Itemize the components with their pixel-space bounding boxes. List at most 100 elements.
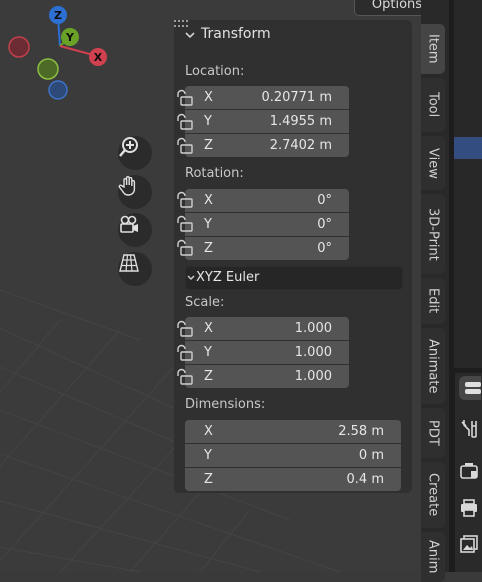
- camera-icon: [120, 215, 138, 233]
- axis-label: X: [204, 193, 213, 208]
- zoom-icon: [119, 137, 138, 157]
- outliner-list[interactable]: [454, 0, 482, 368]
- chevron-down-icon: [355, 0, 365, 3]
- render-icon[interactable]: [459, 460, 479, 480]
- tab-label: Animate: [425, 338, 441, 394]
- scale-y-value: 1.000: [294, 345, 332, 360]
- scale-z-value: 1.000: [294, 369, 332, 384]
- rotation-z-value: 0°: [317, 241, 332, 256]
- navigation-gizmo[interactable]: Z Y X: [0, 0, 120, 110]
- axis-label: X: [204, 321, 213, 336]
- dimensions-x-value: 2.58 m: [338, 424, 384, 439]
- rotation-mode-select[interactable]: XYZ Euler: [185, 266, 403, 290]
- outliner-selected-row[interactable]: [454, 137, 482, 159]
- tab-animate[interactable]: Animate: [421, 328, 445, 404]
- axis-label: Y: [204, 217, 212, 232]
- lock-icon[interactable]: [174, 191, 194, 209]
- rotation-y-value: 0°: [317, 217, 332, 232]
- transform-panel-header[interactable]: Transform: [174, 20, 412, 50]
- properties-editor: [449, 368, 482, 572]
- tab-label: PDT: [425, 420, 441, 446]
- axis-label: Y: [204, 345, 212, 360]
- lock-icon[interactable]: [174, 239, 194, 257]
- tab-edit[interactable]: Edit: [421, 278, 445, 324]
- neg-z-handle[interactable]: [48, 80, 68, 100]
- 3d-viewport[interactable]: Z Y X Transform Location: X 0.20771 m Y …: [0, 0, 422, 572]
- location-z-field[interactable]: Z 2.7402 m: [185, 134, 349, 157]
- chevron-down-icon: [185, 32, 195, 39]
- image-icon[interactable]: [459, 534, 479, 554]
- ortho-toggle-button[interactable]: [118, 252, 152, 286]
- scale-x-field[interactable]: X 1.000: [185, 317, 349, 340]
- axis-label: Z: [204, 138, 213, 153]
- scale-label: Scale:: [185, 295, 225, 310]
- lock-icon[interactable]: [174, 113, 194, 131]
- y-axis-label: Y: [65, 31, 75, 44]
- x-axis-label: X: [94, 51, 103, 64]
- tab-label: Tool: [425, 92, 441, 118]
- tab-view[interactable]: View: [421, 136, 445, 190]
- lock-icon[interactable]: [174, 320, 194, 338]
- axis-label: Z: [204, 472, 213, 487]
- options-label: Options: [371, 0, 422, 12]
- dimensions-y-value: 0 m: [358, 448, 384, 463]
- lock-icon[interactable]: [174, 89, 194, 107]
- tab-3d-print[interactable]: 3D-Print: [421, 194, 445, 274]
- options-dropdown[interactable]: Options: [354, 0, 422, 16]
- panel-title: Transform: [201, 26, 271, 42]
- rotation-mode-value: XYZ Euler: [196, 270, 260, 285]
- rotation-label: Rotation:: [185, 166, 244, 181]
- axis-label: Z: [204, 241, 213, 256]
- rotation-y-field[interactable]: Y 0°: [185, 213, 349, 236]
- zoom-button[interactable]: [118, 136, 152, 170]
- tab-anim[interactable]: Anim: [421, 532, 445, 582]
- dimensions-y-field[interactable]: Y 0 m: [185, 444, 401, 467]
- scale-z-field[interactable]: Z 1.000: [185, 365, 349, 388]
- lock-icon[interactable]: [174, 137, 194, 155]
- transform-panel: Transform Location: X 0.20771 m Y 1.4955…: [174, 20, 412, 493]
- axis-label: X: [204, 90, 213, 105]
- dimensions-label: Dimensions:: [185, 397, 266, 412]
- tab-label: View: [425, 147, 441, 179]
- location-y-value: 1.4955 m: [269, 114, 332, 129]
- tab-label: Create: [425, 473, 441, 517]
- neg-y-handle[interactable]: [37, 58, 59, 80]
- properties-toggle[interactable]: [459, 376, 481, 400]
- location-z-value: 2.7402 m: [269, 138, 332, 153]
- lock-icon[interactable]: [174, 215, 194, 233]
- tab-tool[interactable]: Tool: [421, 78, 445, 132]
- z-axis-label: Z: [54, 9, 62, 22]
- location-y-field[interactable]: Y 1.4955 m: [185, 110, 349, 133]
- lock-icon[interactable]: [174, 368, 194, 386]
- pan-button[interactable]: [118, 175, 152, 209]
- tab-item[interactable]: Item: [421, 24, 445, 74]
- tab-create[interactable]: Create: [421, 462, 445, 528]
- grid-icon: [119, 254, 139, 272]
- location-x-value: 0.20771 m: [261, 90, 332, 105]
- neg-x-handle[interactable]: [8, 36, 30, 58]
- scale-x-value: 1.000: [294, 321, 332, 336]
- rotation-x-field[interactable]: X 0°: [185, 189, 349, 212]
- drag-handle-icon[interactable]: [174, 20, 190, 28]
- tab-label: Edit: [425, 288, 441, 314]
- location-label: Location:: [185, 64, 245, 79]
- printer-icon[interactable]: [459, 498, 479, 518]
- axis-label: Z: [204, 369, 213, 384]
- dimensions-z-field[interactable]: Z 0.4 m: [185, 468, 401, 491]
- toggle-icon: [465, 382, 481, 394]
- wrench-icon[interactable]: [459, 418, 479, 438]
- outliner-panel: [449, 0, 482, 368]
- lock-icon[interactable]: [174, 344, 194, 362]
- sidebar-tabs: Item Tool View 3D-Print Edit Animate PDT…: [421, 0, 449, 582]
- tab-label: Anim: [425, 540, 441, 574]
- scale-y-field[interactable]: Y 1.000: [185, 341, 349, 364]
- rotation-z-field[interactable]: Z 0°: [185, 237, 349, 260]
- dimensions-x-field[interactable]: X 2.58 m: [185, 420, 401, 443]
- camera-view-button[interactable]: [118, 213, 152, 247]
- chevron-down-icon: [187, 275, 195, 280]
- axis-label: X: [204, 424, 213, 439]
- tab-pdt[interactable]: PDT: [421, 408, 445, 458]
- axis-label: Y: [204, 448, 212, 463]
- location-x-field[interactable]: X 0.20771 m: [185, 86, 349, 109]
- rotation-x-value: 0°: [317, 193, 332, 208]
